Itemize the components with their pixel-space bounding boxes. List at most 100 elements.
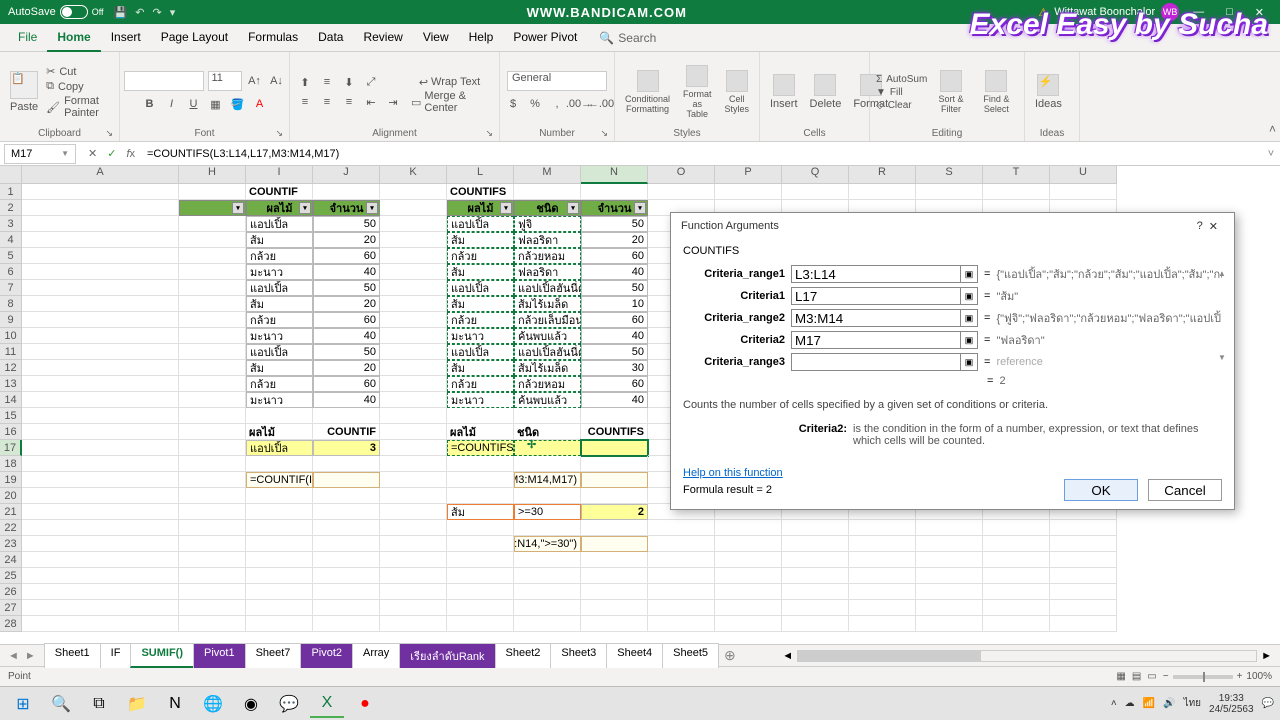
cell[interactable] bbox=[514, 584, 581, 600]
align-top-icon[interactable]: ⬆ bbox=[296, 73, 314, 91]
row-header[interactable]: 1 bbox=[0, 184, 22, 200]
cell[interactable] bbox=[715, 520, 782, 536]
decrease-indent-icon[interactable]: ⇤ bbox=[362, 93, 380, 111]
cell[interactable]: 60 bbox=[313, 376, 380, 392]
range-picker-icon[interactable]: ▣ bbox=[960, 353, 978, 371]
cell[interactable] bbox=[782, 616, 849, 632]
cell[interactable] bbox=[313, 568, 380, 584]
cell[interactable] bbox=[246, 616, 313, 632]
cell[interactable] bbox=[22, 344, 179, 360]
network-icon[interactable]: 📶 bbox=[1143, 698, 1155, 709]
notifications-icon[interactable]: 💬 bbox=[1262, 698, 1274, 709]
borders-button[interactable]: ▦ bbox=[207, 95, 225, 113]
column-header[interactable]: N bbox=[581, 166, 648, 184]
tab-home[interactable]: Home bbox=[47, 24, 100, 52]
range-picker-icon[interactable]: ▣ bbox=[960, 287, 978, 305]
ideas-button[interactable]: ⚡Ideas bbox=[1031, 72, 1066, 112]
cell[interactable] bbox=[179, 520, 246, 536]
font-color-button[interactable]: A bbox=[251, 95, 269, 113]
cell[interactable]: แอปเปิ้ล bbox=[246, 216, 313, 232]
cell[interactable]: 40 bbox=[581, 264, 648, 280]
cell[interactable]: ค้นพบแล้ว bbox=[514, 328, 581, 344]
column-header[interactable]: L bbox=[447, 166, 514, 184]
autosum-button[interactable]: ΣAutoSum bbox=[876, 74, 927, 85]
cell[interactable]: ส้ม bbox=[246, 360, 313, 376]
cell[interactable] bbox=[179, 232, 246, 248]
cell[interactable]: 30 bbox=[581, 360, 648, 376]
cell[interactable] bbox=[514, 184, 581, 200]
row-header[interactable]: 28 bbox=[0, 616, 22, 632]
filter-icon[interactable]: ▾ bbox=[500, 202, 512, 214]
redo-icon[interactable]: ↷ bbox=[152, 6, 161, 19]
zoom-out-icon[interactable]: − bbox=[1163, 671, 1169, 682]
excel-taskbar-icon[interactable]: X bbox=[310, 690, 344, 718]
search-box[interactable]: 🔍 Search bbox=[599, 31, 656, 45]
cell[interactable]: ส้ม bbox=[447, 264, 514, 280]
dialog-close-icon[interactable]: ✕ bbox=[1203, 218, 1224, 235]
arg-input[interactable] bbox=[791, 331, 961, 349]
cell[interactable] bbox=[246, 408, 313, 424]
cell[interactable] bbox=[983, 584, 1050, 600]
tab-file[interactable]: File bbox=[8, 24, 47, 52]
wrap-text-button[interactable]: ↩Wrap Text bbox=[406, 73, 493, 91]
cell[interactable]: =COUNTIFS(L3:L14,L17,M3:M14,M17) bbox=[514, 472, 581, 488]
cell[interactable]: ส้ม bbox=[447, 504, 514, 520]
cell[interactable] bbox=[447, 520, 514, 536]
cell[interactable] bbox=[179, 360, 246, 376]
tray-chevron-icon[interactable]: ˄ bbox=[1111, 698, 1117, 709]
expand-formula-bar-icon[interactable]: ˅ bbox=[1262, 148, 1280, 160]
cell[interactable] bbox=[380, 184, 447, 200]
cell[interactable]: แอปเปิ้ล bbox=[447, 216, 514, 232]
cell[interactable] bbox=[581, 552, 648, 568]
cell[interactable]: COUNTIFS bbox=[447, 184, 514, 200]
cell[interactable] bbox=[22, 440, 179, 456]
cell[interactable] bbox=[313, 456, 380, 472]
cancel-formula-icon[interactable]: ✕ bbox=[88, 147, 97, 160]
clock[interactable]: 19:3324/5/2563 bbox=[1209, 693, 1254, 715]
cell[interactable]: 60 bbox=[313, 248, 380, 264]
cell[interactable] bbox=[447, 584, 514, 600]
paste-button[interactable]: 📋Paste bbox=[6, 69, 42, 115]
cell[interactable]: ผลไม้▾ bbox=[447, 200, 514, 216]
cell[interactable] bbox=[581, 440, 648, 456]
increase-font-icon[interactable]: A↑ bbox=[246, 72, 264, 90]
column-header[interactable]: R bbox=[849, 166, 916, 184]
copy-button[interactable]: ⧉Copy bbox=[46, 80, 113, 93]
cell[interactable]: กล้วยหอม bbox=[514, 248, 581, 264]
cell[interactable] bbox=[916, 536, 983, 552]
cell[interactable] bbox=[1050, 600, 1117, 616]
cell[interactable] bbox=[514, 600, 581, 616]
cell[interactable] bbox=[179, 472, 246, 488]
cell[interactable]: ชนิด▾ bbox=[514, 200, 581, 216]
cell[interactable] bbox=[514, 552, 581, 568]
cell[interactable] bbox=[581, 568, 648, 584]
cell[interactable] bbox=[179, 584, 246, 600]
cell[interactable]: 20 bbox=[313, 296, 380, 312]
cell[interactable] bbox=[1050, 520, 1117, 536]
cell[interactable]: 60 bbox=[313, 312, 380, 328]
cell[interactable] bbox=[22, 392, 179, 408]
enter-formula-icon[interactable]: ✓ bbox=[107, 147, 116, 160]
cell[interactable]: 50 bbox=[313, 280, 380, 296]
cell[interactable] bbox=[380, 232, 447, 248]
cell[interactable] bbox=[380, 360, 447, 376]
cell[interactable] bbox=[849, 584, 916, 600]
cell[interactable] bbox=[22, 504, 179, 520]
cell[interactable]: 40 bbox=[581, 328, 648, 344]
cell[interactable]: =COUNTIFS(L3:L14,L17,M3:M14,M17) bbox=[447, 440, 514, 456]
cell[interactable] bbox=[380, 488, 447, 504]
bold-button[interactable]: B bbox=[141, 95, 159, 113]
cell[interactable] bbox=[1050, 616, 1117, 632]
filter-icon[interactable]: ▾ bbox=[232, 202, 244, 214]
cut-button[interactable]: ✂Cut bbox=[46, 65, 113, 78]
cell[interactable] bbox=[380, 248, 447, 264]
cell[interactable]: 20 bbox=[313, 360, 380, 376]
row-header[interactable]: 8 bbox=[0, 296, 22, 312]
row-header[interactable]: 5 bbox=[0, 248, 22, 264]
cell[interactable] bbox=[179, 264, 246, 280]
cell[interactable] bbox=[447, 568, 514, 584]
column-header[interactable]: K bbox=[380, 166, 447, 184]
cell[interactable] bbox=[581, 488, 648, 504]
cell[interactable] bbox=[22, 200, 179, 216]
cell[interactable]: 40 bbox=[313, 264, 380, 280]
